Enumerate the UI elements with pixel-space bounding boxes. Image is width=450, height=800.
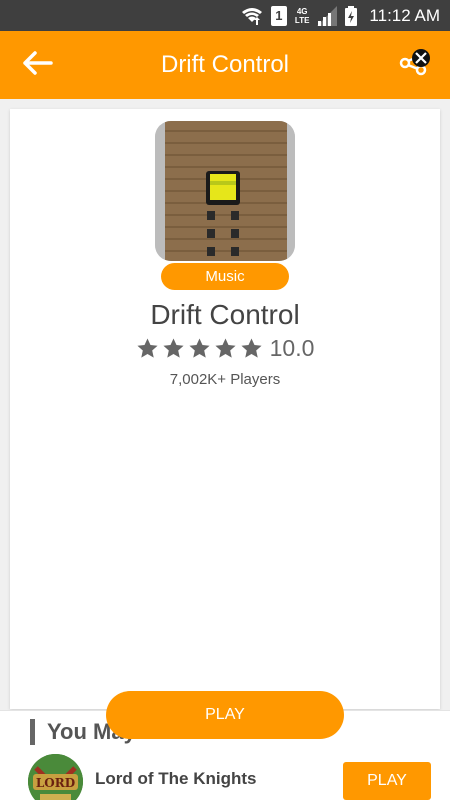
thumb-logo-text: LORD <box>36 776 75 790</box>
page-title: Drift Control <box>160 51 290 78</box>
wifi-icon <box>241 6 263 26</box>
game-detail-card: Music Drift Control 10.0 7,002K+ Players <box>10 109 440 709</box>
player-count: 7,002K+ Players <box>169 371 281 388</box>
network-type-icon: 4G LTE <box>295 7 310 25</box>
battery-charging-icon <box>345 5 358 26</box>
list-item[interactable]: LORD Lord of The Knights PLAY <box>0 751 450 800</box>
sim-slot-icon: 1 <box>270 5 287 26</box>
star-icon <box>215 338 236 358</box>
star-icon <box>137 338 158 358</box>
related-game-thumbnail[interactable]: LORD <box>28 754 83 800</box>
arrow-left-icon <box>23 50 53 80</box>
star-icon <box>189 338 210 358</box>
back-button[interactable] <box>18 47 58 83</box>
signal-strength-icon <box>317 5 338 26</box>
game-thumbnail <box>155 121 295 261</box>
related-game-name[interactable]: Lord of The Knights <box>95 769 256 789</box>
share-button[interactable] <box>398 48 434 83</box>
play-button[interactable]: PLAY <box>106 691 344 739</box>
rating: 10.0 <box>10 335 440 362</box>
category-badge: Music <box>161 263 289 290</box>
rating-value: 10.0 <box>269 335 315 361</box>
app-bar: Drift Control <box>0 31 450 99</box>
related-play-button[interactable]: PLAY <box>343 762 431 800</box>
network-label-top: 4G <box>296 6 308 16</box>
share-icon <box>399 48 433 83</box>
star-icon <box>163 338 184 358</box>
game-name: Drift Control <box>150 299 300 330</box>
star-icon <box>241 338 262 358</box>
status-time: 11:12 AM <box>369 5 440 25</box>
status-bar: 1 4G LTE 11:12 AM <box>0 0 450 31</box>
network-label-bottom: LTE <box>294 15 310 25</box>
